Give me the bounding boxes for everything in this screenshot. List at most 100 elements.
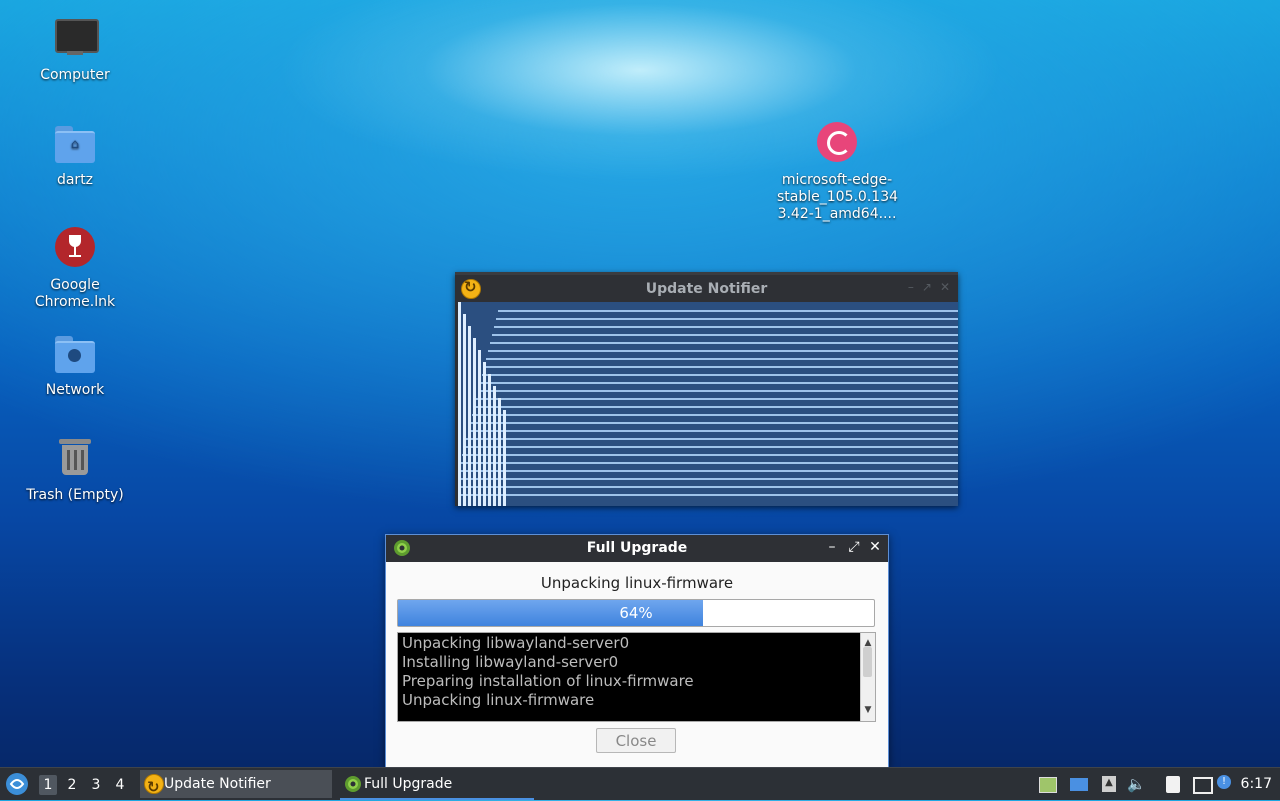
desktop-icon-computer[interactable]: Computer: [15, 17, 135, 84]
workspace-3[interactable]: 3: [87, 775, 105, 795]
glitch-column: [488, 374, 491, 506]
glitch-column: [478, 350, 481, 506]
network-folder-icon: [53, 332, 97, 376]
start-menu-icon[interactable]: [5, 772, 29, 796]
glitch-column: [498, 398, 501, 506]
glitch-line: [466, 438, 958, 440]
glitch-line: [464, 446, 958, 448]
glitch-column: [458, 302, 461, 506]
glitch-line: [470, 422, 958, 424]
taskbar-item-update-notifier[interactable]: Update Notifier: [140, 770, 332, 801]
close-window-button[interactable]: ✕: [867, 539, 883, 555]
glitch-line: [492, 334, 958, 336]
full-upgrade-window[interactable]: Full Upgrade – ⤢ ✕ Unpacking linux-firmw…: [385, 534, 889, 768]
log-line: Preparing installation of linux-firmware: [402, 672, 694, 690]
desktop-icon-label-line1: microsoft-edge-: [781, 172, 893, 188]
eject-icon[interactable]: ▲: [1099, 774, 1119, 794]
minimize-button[interactable]: –: [908, 280, 914, 294]
update-notifier-window[interactable]: Update Notifier – ↗ ✕: [455, 272, 958, 506]
desktop-icon-label: Computer: [40, 67, 110, 83]
taskbar-item-label: Update Notifier: [164, 776, 271, 792]
desktop-icon-label: Network: [45, 382, 105, 398]
glitch-line: [490, 342, 958, 344]
glitch-line: [486, 358, 958, 360]
log-line: Unpacking libwayland-server0: [402, 634, 630, 652]
gear-icon: [345, 776, 361, 792]
workspace-1[interactable]: 1: [39, 775, 57, 795]
glitch-line: [496, 318, 958, 320]
desktop-icon-label: Trash (Empty): [26, 487, 124, 503]
glitch-column: [493, 386, 496, 506]
battery-icon[interactable]: [1037, 774, 1057, 794]
desktop-icon-trash[interactable]: Trash (Empty): [15, 437, 135, 504]
glitch-line: [468, 430, 958, 432]
workspace-4[interactable]: 4: [111, 775, 129, 795]
desktop-icon-label-line1: Google: [50, 277, 100, 293]
window-title: Full Upgrade: [586, 540, 688, 556]
taskbar-item-full-upgrade[interactable]: Full Upgrade: [340, 770, 534, 800]
glitch-line: [478, 390, 958, 392]
desktop-icon-label-line2: Chrome.lnk: [34, 294, 116, 310]
glitch-column: [463, 314, 466, 506]
log-scrollbar[interactable]: ▲ ▼: [860, 633, 875, 721]
scroll-down-arrow-icon[interactable]: ▼: [861, 701, 875, 720]
desktop-icon-label: dartz: [56, 172, 94, 188]
progress-bar: 64%: [397, 599, 875, 627]
status-text: Unpacking linux-firmware: [540, 574, 734, 592]
wine-icon: [53, 227, 97, 271]
maximize-button[interactable]: ↗: [922, 280, 932, 294]
notification-icon[interactable]: !: [1216, 774, 1236, 794]
window-controls: – ↗ ✕: [908, 280, 950, 294]
glitch-line: [482, 374, 958, 376]
glitch-column: [483, 362, 486, 506]
close-button[interactable]: Close: [596, 728, 676, 753]
close-button[interactable]: ✕: [940, 280, 950, 294]
volume-icon[interactable]: 🔈: [1127, 774, 1147, 794]
glitch-column: [473, 338, 476, 506]
window-glitch-content: [458, 302, 958, 506]
glitch-column: [468, 326, 471, 506]
maximize-button[interactable]: ⤢: [846, 539, 862, 555]
progress-percent: 64%: [619, 604, 653, 622]
workspace-2[interactable]: 2: [63, 775, 81, 795]
taskbar-item-label: Full Upgrade: [364, 776, 453, 792]
glitch-line: [472, 414, 958, 416]
desktop-icon-label-line2: stable_105.0.134: [777, 189, 899, 205]
desktop-icon-edge-package[interactable]: microsoft-edge- stable_105.0.134 3.42-1_…: [777, 122, 899, 223]
log-output[interactable]: Unpacking libwayland-server0 Installing …: [397, 632, 876, 722]
glitch-line: [458, 494, 958, 496]
window-titlebar[interactable]: Full Upgrade – ⤢ ✕: [386, 535, 888, 562]
glitch-line: [476, 398, 958, 400]
clipboard-icon[interactable]: [1163, 774, 1183, 794]
glitch-line: [462, 454, 958, 456]
glitch-line: [480, 382, 958, 384]
desktop-icon-chrome-lnk[interactable]: Google Chrome.lnk: [15, 227, 135, 311]
minimize-button[interactable]: –: [824, 539, 840, 555]
glitch-column: [503, 410, 506, 506]
home-folder-icon: ⌂: [53, 122, 97, 166]
scroll-thumb[interactable]: [863, 647, 872, 677]
desktop-icon-network[interactable]: Network: [15, 332, 135, 399]
glitch-line: [460, 462, 958, 464]
display-icon[interactable]: [1069, 774, 1089, 794]
desktop-icon-home[interactable]: ⌂ dartz: [15, 122, 135, 189]
window-title: Update Notifier: [645, 281, 768, 297]
debian-package-icon: [815, 122, 859, 166]
computer-icon: [53, 17, 99, 61]
glitch-line: [494, 326, 958, 328]
glitch-line: [458, 478, 958, 480]
log-line: Unpacking linux-firmware: [402, 691, 595, 709]
glitch-line: [498, 310, 958, 312]
glitch-line: [484, 366, 958, 368]
clock[interactable]: 6:17: [1241, 776, 1272, 792]
glitch-line: [458, 486, 958, 488]
glitch-line: [488, 350, 958, 352]
glitch-line: [458, 470, 958, 472]
window-titlebar[interactable]: Update Notifier – ↗ ✕: [455, 272, 958, 305]
update-notifier-icon: [144, 773, 164, 801]
network-icon[interactable]: [1191, 774, 1213, 794]
log-line: Installing libwayland-server0: [402, 653, 619, 671]
trash-icon: [53, 437, 97, 481]
taskbar: 1 2 3 4 Update Notifier Full Upgrade ▲ 🔈…: [0, 767, 1280, 801]
desktop-icon-label-line3: 3.42-1_amd64....: [777, 206, 897, 222]
